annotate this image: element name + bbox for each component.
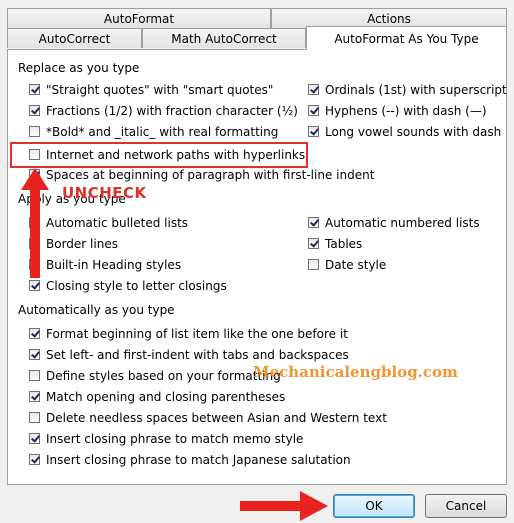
annotation-arrow-right-icon (240, 491, 328, 521)
checkbox-box[interactable] (29, 84, 40, 95)
checkbox-label: "Straight quotes" with "smart quotes" (46, 83, 274, 97)
checkbox-box[interactable] (29, 391, 40, 402)
checkbox-numbered-lists[interactable]: Automatic numbered lists (308, 214, 480, 232)
checkbox-hyphens[interactable]: Hyphens (--) with dash (—) (308, 102, 487, 120)
checkbox-tables[interactable]: Tables (308, 235, 362, 253)
checkbox-label: Delete needless spaces between Asian and… (46, 411, 387, 425)
checkbox-heading-styles[interactable]: Built-in Heading styles (29, 256, 181, 274)
checkbox-box[interactable] (29, 105, 40, 116)
checkbox-memo-closing[interactable]: Insert closing phrase to match memo styl… (29, 430, 303, 448)
checkbox-label: Automatic bulleted lists (46, 216, 189, 230)
checkbox-label: *Bold* and _italic_ with real formatting (46, 125, 279, 139)
checkbox-box[interactable] (29, 349, 40, 360)
checkbox-label: Date style (325, 258, 387, 272)
annotation-arrow-up-icon (21, 168, 49, 278)
checkbox-japanese-closing[interactable]: Insert closing phrase to match Japanese … (29, 451, 351, 469)
checkbox-label: Match opening and closing parentheses (46, 390, 286, 404)
checkbox-label: Long vowel sounds with dash (325, 125, 502, 139)
checkbox-box[interactable] (29, 412, 40, 423)
checkbox-first-line-indent[interactable]: Spaces at beginning of paragraph with fi… (29, 166, 374, 184)
autocorrect-dialog: AutoFormat Actions AutoCorrect Math Auto… (0, 0, 514, 523)
checkbox-format-list-item[interactable]: Format beginning of list item like the o… (29, 325, 348, 343)
checkbox-box[interactable] (29, 126, 40, 137)
checkbox-letter-closings[interactable]: Closing style to letter closings (29, 277, 227, 295)
tab-autoformat[interactable]: AutoFormat (7, 8, 271, 28)
checkbox-box[interactable] (308, 126, 319, 137)
tab-autoformat-as-you-type[interactable]: AutoFormat As You Type (306, 26, 507, 50)
checkbox-label: Insert closing phrase to match Japanese … (46, 453, 351, 467)
checkbox-label: Automatic numbered lists (325, 216, 480, 230)
checkbox-indent-tabs[interactable]: Set left- and first-indent with tabs and… (29, 346, 349, 364)
checkbox-label: Tables (325, 237, 363, 251)
tab-actions[interactable]: Actions (271, 8, 507, 28)
checkbox-ordinals[interactable]: Ordinals (1st) with superscript (308, 81, 507, 99)
checkbox-box[interactable] (29, 454, 40, 465)
checkbox-box[interactable] (29, 280, 40, 291)
checkbox-label: Built-in Heading styles (46, 258, 182, 272)
checkbox-fractions[interactable]: Fractions (1/2) with fraction character … (29, 102, 298, 120)
checkbox-box[interactable] (308, 84, 319, 95)
checkbox-label: Ordinals (1st) with superscript (325, 83, 507, 97)
checkbox-label: Spaces at beginning of paragraph with fi… (46, 168, 375, 182)
checkbox-box[interactable] (29, 433, 40, 444)
checkbox-label: Border lines (46, 237, 118, 251)
checkbox-box[interactable] (29, 328, 40, 339)
checkbox-smart-quotes[interactable]: "Straight quotes" with "smart quotes" (29, 81, 273, 99)
checkbox-long-vowel[interactable]: Long vowel sounds with dash (308, 123, 501, 141)
checkbox-label: Hyphens (--) with dash (—) (325, 104, 487, 118)
section-title-auto: Automatically as you type (18, 303, 179, 317)
checkbox-bulleted-lists[interactable]: Automatic bulleted lists (29, 214, 188, 232)
checkbox-box[interactable] (308, 217, 319, 228)
checkbox-date-style[interactable]: Date style (308, 256, 386, 274)
checkbox-define-styles[interactable]: Define styles based on your formatting (29, 367, 281, 385)
cancel-button[interactable]: Cancel (425, 494, 507, 518)
checkbox-asian-spaces[interactable]: Delete needless spaces between Asian and… (29, 409, 387, 427)
ok-button[interactable]: OK (333, 494, 415, 518)
checkbox-label: Format beginning of list item like the o… (46, 327, 348, 341)
checkbox-label: Set left- and first-indent with tabs and… (46, 348, 349, 362)
checkbox-label: Define styles based on your formatting (46, 369, 281, 383)
annotation-uncheck-label: UNCHECK (62, 184, 147, 202)
checkbox-label: Fractions (1/2) with fraction character … (46, 104, 298, 118)
watermark-text: Mechanicalengblog.com (253, 363, 458, 381)
checkbox-box[interactable] (308, 259, 319, 270)
tab-math-autocorrect[interactable]: Math AutoCorrect (142, 28, 306, 48)
tab-autocorrect[interactable]: AutoCorrect (7, 28, 142, 48)
checkbox-bold-italic[interactable]: *Bold* and _italic_ with real formatting (29, 123, 278, 141)
checkbox-box[interactable] (29, 370, 40, 381)
checkbox-match-parentheses[interactable]: Match opening and closing parentheses (29, 388, 285, 406)
checkbox-box[interactable] (308, 105, 319, 116)
checkbox-box[interactable] (308, 238, 319, 249)
checkbox-label: Insert closing phrase to match memo styl… (46, 432, 304, 446)
checkbox-label: Closing style to letter closings (46, 279, 227, 293)
annotation-highlight-box (10, 142, 308, 168)
section-title-replace: Replace as you type (18, 61, 144, 75)
